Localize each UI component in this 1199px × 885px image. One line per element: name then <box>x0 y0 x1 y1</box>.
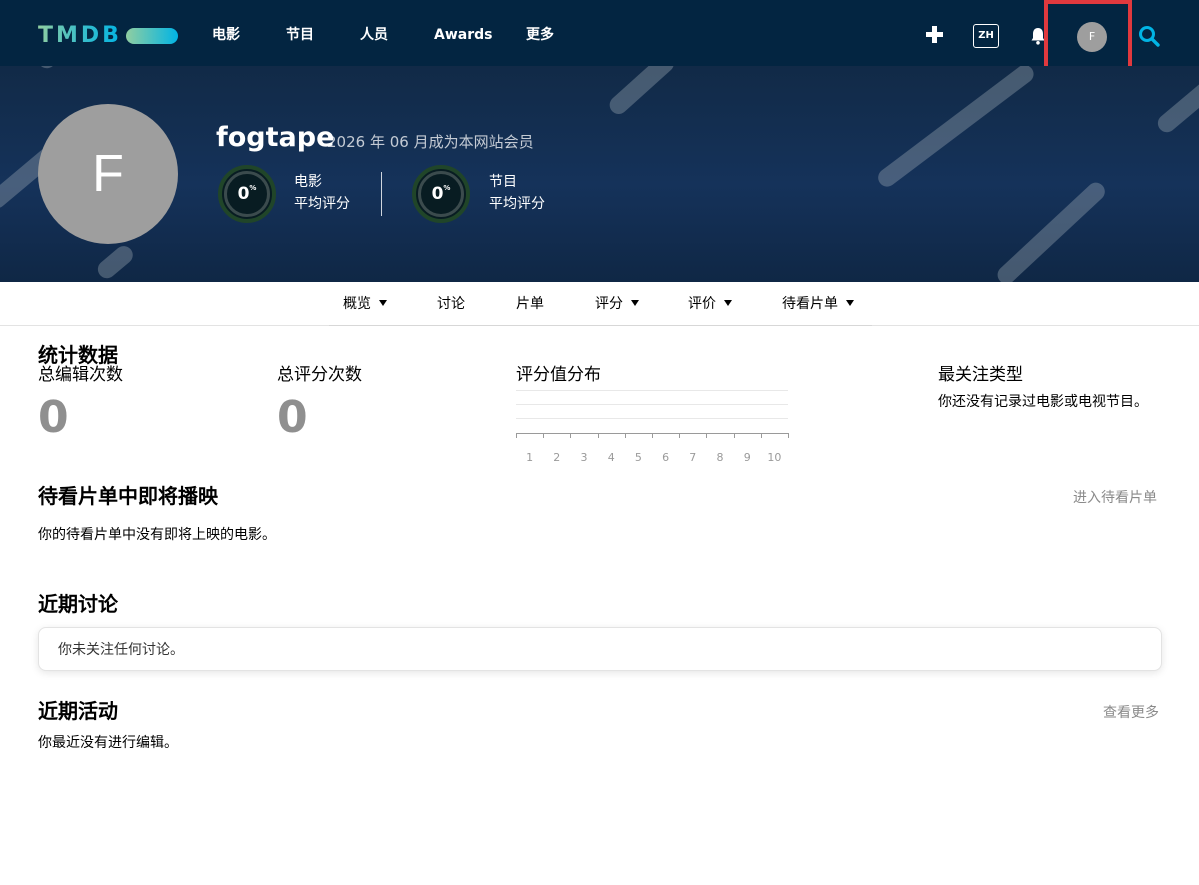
add-plus-icon[interactable] <box>926 26 943 43</box>
hist-tick <box>624 433 626 438</box>
profile-username[interactable]: fogtape <box>216 122 334 154</box>
score-divider <box>381 172 382 216</box>
rating-distribution-chart <box>516 390 789 438</box>
total-ratings-label: 总评分次数 <box>277 365 362 385</box>
hist-tick <box>652 433 653 438</box>
hist-tick <box>679 433 681 438</box>
hist-tick-label: 5 <box>634 451 642 464</box>
hist-tick-label: 4 <box>607 451 615 464</box>
profile-avatar[interactable]: F <box>38 104 178 244</box>
subnav-lists[interactable]: 片单 <box>516 294 544 314</box>
hist-tick <box>597 433 599 438</box>
logo-text: TMDB <box>38 23 122 48</box>
go-to-watchlist-link[interactable]: 进入待看片单 <box>1073 488 1157 508</box>
top-navbar: TMDB 电影 节目 人员 Awards 更多 ZH F <box>0 0 1199 70</box>
activity-title: 近期活动 <box>38 699 118 723</box>
nav-more[interactable]: 更多 <box>526 26 554 44</box>
hist-tick-label: 9 <box>743 451 751 464</box>
hist-gridline <box>516 390 788 391</box>
total-edits-value: 0 <box>38 392 69 443</box>
search-icon[interactable] <box>1138 25 1160 47</box>
hist-tick-label: 1 <box>526 451 534 464</box>
rating-distribution-label: 评分值分布 <box>516 365 601 385</box>
movie-score-ring: 0% <box>218 165 276 223</box>
total-ratings-value: 0 <box>277 392 308 443</box>
hist-tick-label: 10 <box>767 451 782 464</box>
subnav-ratings[interactable]: 评分 <box>595 294 639 314</box>
highlight-annotation-box <box>1044 0 1132 70</box>
hist-gridline <box>516 418 788 419</box>
decorative-stripe <box>874 66 1038 191</box>
profile-subnav: 概览 讨论 片单 评分 评价 待看片单 <box>0 282 1199 326</box>
decorative-stripe <box>605 66 678 118</box>
decorative-stripe <box>34 66 138 72</box>
decorative-stripe <box>94 242 137 282</box>
logo-pill-shape <box>125 28 178 44</box>
activity-empty-text: 你最近没有进行编辑。 <box>38 735 178 751</box>
hist-gridline <box>516 404 788 405</box>
nav-awards[interactable]: Awards <box>434 26 492 44</box>
hist-tick-label: 3 <box>580 451 588 464</box>
hist-tick-label: 6 <box>662 451 670 464</box>
caret-down-icon <box>846 300 854 306</box>
caret-down-icon <box>724 300 732 306</box>
subnav-discussions[interactable]: 讨论 <box>437 294 465 314</box>
discussions-empty-text: 你未关注任何讨论。 <box>58 642 184 658</box>
caret-down-icon <box>379 300 387 306</box>
decorative-stripe <box>993 178 1109 282</box>
hist-tick <box>706 433 708 438</box>
nav-people[interactable]: 人员 <box>360 26 388 44</box>
total-edits-label: 总编辑次数 <box>38 365 123 385</box>
hist-tick <box>516 433 517 438</box>
nav-movies[interactable]: 电影 <box>212 26 240 44</box>
upcoming-title: 待看片单中即将播映 <box>38 484 218 508</box>
upcoming-empty-text: 你的待看片单中没有即将上映的电影。 <box>38 527 276 543</box>
subnav-inner: 概览 讨论 片单 评分 评价 待看片单 <box>329 282 872 326</box>
decorative-stripe <box>1154 70 1199 136</box>
hist-tick <box>733 433 735 438</box>
tv-score-value: 0% <box>431 184 451 204</box>
movie-score-value: 0% <box>237 184 257 204</box>
movie-score-label: 电影 平均评分 <box>294 174 350 212</box>
hist-tick-label: 2 <box>553 451 561 464</box>
tmdb-logo[interactable]: TMDB <box>38 24 178 48</box>
caret-down-icon <box>631 300 639 306</box>
hist-tick <box>788 433 789 438</box>
subnav-reviews[interactable]: 评价 <box>688 294 732 314</box>
subnav-overview[interactable]: 概览 <box>343 294 387 314</box>
tv-score-label: 节目 平均评分 <box>489 174 545 212</box>
tv-score-ring: 0% <box>412 165 470 223</box>
nav-tv-shows[interactable]: 节目 <box>286 26 314 44</box>
view-more-link[interactable]: 查看更多 <box>1103 703 1159 723</box>
member-since-text: 2026 年 06 月成为本网站会员 <box>327 133 534 151</box>
discussions-card: 你未关注任何讨论。 <box>38 627 1162 671</box>
profile-header-banner <box>0 66 1199 282</box>
hist-tick <box>760 433 762 438</box>
language-selector[interactable]: ZH <box>973 24 999 48</box>
top-genres-text: 你还没有记录过电影或电视节目。 <box>938 394 1148 410</box>
hist-tick <box>543 433 545 438</box>
hist-tick-label: 8 <box>716 451 724 464</box>
hist-tick <box>570 433 572 438</box>
discussions-title: 近期讨论 <box>38 592 118 616</box>
hist-tick-label: 7 <box>689 451 697 464</box>
top-genres-label: 最关注类型 <box>938 365 1023 385</box>
subnav-watchlist[interactable]: 待看片单 <box>782 294 854 314</box>
